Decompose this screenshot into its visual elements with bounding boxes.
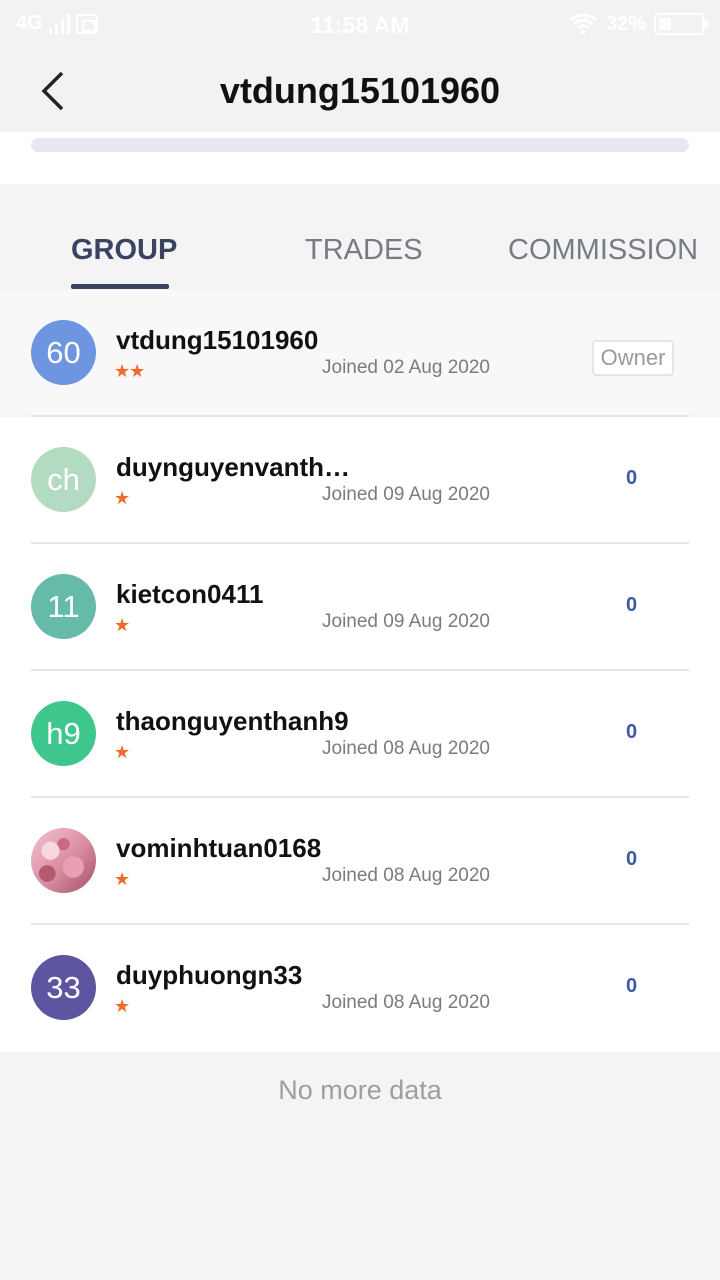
list-item[interactable]: 11 kietcon0411 ★ Joined 09 Aug 2020 0 [0,544,720,671]
member-count: 0 [626,721,638,743]
tab-commission[interactable]: COMMISSION [508,234,698,267]
list-item[interactable]: 60 vtdung15101960 ★★ Joined 02 Aug 2020 … [0,290,720,417]
star-icon: ★ [114,488,130,508]
avatar: 33 [31,955,96,1020]
page-title: vtdung15101960 [219,70,501,111]
tab-group[interactable]: GROUP [71,234,177,267]
no-more-data-label: No more data [278,1075,442,1105]
avatar: 11 [31,574,96,639]
joined-date: Joined 08 Aug 2020 [322,992,490,1013]
avatar: ch [31,447,96,512]
member-name: vominhtuan0168 [116,833,322,863]
progress-band [0,132,720,184]
avatar-photo [31,828,96,893]
star-icon: ★ [114,996,130,1016]
member-name: vtdung15101960 [116,325,319,355]
status-bar: 4G 11:58 AM 32% [0,0,720,52]
header: vtdung15101960 [0,52,720,132]
member-count: 0 [626,594,638,616]
member-list: 60 vtdung15101960 ★★ Joined 02 Aug 2020 … [0,290,720,1052]
battery-icon [654,13,708,35]
owner-badge: Owner [592,340,674,376]
progress-track [31,138,689,152]
member-name: thaonguyenthanh9 [116,706,349,736]
joined-date: Joined 09 Aug 2020 [322,484,490,505]
avatar: h9 [31,701,96,766]
star-icon: ★★ [114,361,145,381]
member-name: duynguyenvantha… [116,452,356,482]
joined-date: Joined 08 Aug 2020 [322,738,490,759]
star-icon: ★ [114,742,130,762]
member-count: 0 [626,848,638,870]
member-name: kietcon0411 [116,579,264,609]
status-right: 32% [568,12,708,36]
list-item[interactable]: 33 duyphuongn33 ★ Joined 08 Aug 2020 0 [0,925,720,1052]
active-tab-indicator [71,284,169,289]
joined-date: Joined 08 Aug 2020 [322,865,490,886]
tab-bar: GROUP TRADES COMMISSION [0,184,720,290]
list-item[interactable]: vominhtuan0168 ★ Joined 08 Aug 2020 0 [0,798,720,925]
star-icon: ★ [114,615,130,635]
avatar: 60 [31,320,96,385]
joined-date: Joined 09 Aug 2020 [322,611,490,632]
tab-trades[interactable]: TRADES [305,234,423,267]
member-name: duyphuongn33 [116,960,303,990]
member-count: 0 [626,467,638,489]
joined-date: Joined 02 Aug 2020 [322,357,490,378]
battery-percent: 32% [605,12,646,35]
list-item[interactable]: h9 thaonguyenthanh9 ★ Joined 08 Aug 2020… [0,671,720,798]
wifi-icon [569,13,597,35]
member-count: 0 [626,975,638,997]
star-icon: ★ [114,869,130,889]
list-item[interactable]: ch duynguyenvantha… ★ Joined 09 Aug 2020… [0,417,720,544]
